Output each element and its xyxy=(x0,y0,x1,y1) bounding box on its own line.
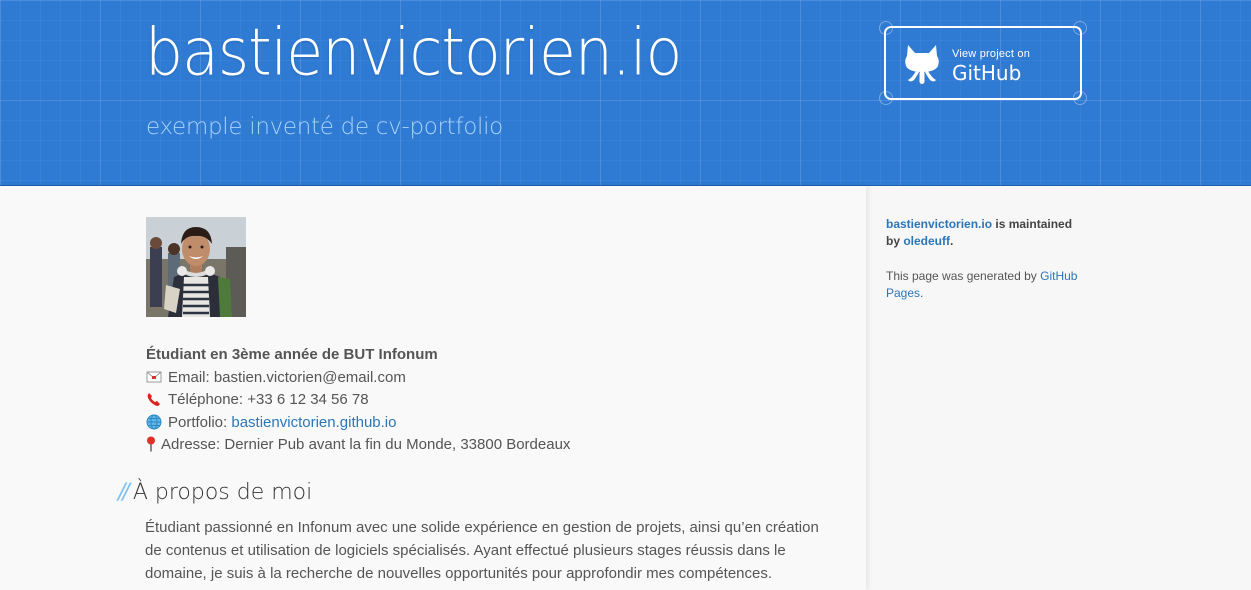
about-text: Étudiant passionné en Infonum avec une s… xyxy=(145,519,819,582)
phone-text: Téléphone: +33 6 12 34 56 78 xyxy=(168,391,369,408)
github-button-small-label: View project on xyxy=(952,48,1031,60)
portfolio-line: Portfolio: bastienvictorien.github.io xyxy=(146,412,570,435)
button-corner-decoration xyxy=(879,91,893,105)
globe-icon xyxy=(146,414,162,429)
generated-by: This page was generated by GitHub Pages. xyxy=(886,268,1086,302)
generated-end: . xyxy=(920,286,924,300)
telephone-icon xyxy=(147,393,160,406)
email-text: Email: bastien.victorien@email.com xyxy=(168,368,406,386)
view-on-github-button[interactable]: View project on GitHub xyxy=(879,21,1087,105)
site-header: bastienvictorien.io exemple inventé de c… xyxy=(0,0,1251,186)
address-text: Adresse: Dernier Pub avant la fin du Mon… xyxy=(161,436,571,453)
heading-slash-decoration: // xyxy=(118,480,130,505)
about-heading: //À propos de moi xyxy=(118,480,312,505)
pushpin-icon xyxy=(147,436,155,452)
email-line: Email: bastien.victorien@email.com xyxy=(146,367,570,390)
portfolio-label: Portfolio: xyxy=(168,413,232,431)
button-corner-decoration xyxy=(879,21,893,35)
maintainer-link[interactable]: oledeuff xyxy=(903,234,950,248)
site-subtitle: exemple inventé de cv-portfolio xyxy=(146,114,503,140)
maintained-end: . xyxy=(950,234,954,248)
profile-photo xyxy=(146,217,246,317)
github-octocat-icon xyxy=(905,45,939,84)
main-content: Étudiant en 3ème année de BUT Infonum Em… xyxy=(0,186,866,590)
site-title[interactable]: bastienvictorien.io xyxy=(145,15,682,91)
email-icon xyxy=(146,371,162,382)
headline: Étudiant en 3ème année de BUT Infonum xyxy=(146,346,438,363)
contact-info: Étudiant en 3ème année de BUT Infonum Em… xyxy=(146,344,570,457)
project-link[interactable]: bastienvictorien.io xyxy=(886,217,992,231)
phone-line: Téléphone: +33 6 12 34 56 78 xyxy=(146,389,570,412)
github-button-label: GitHub xyxy=(952,61,1022,85)
portfolio-link[interactable]: bastienvictorien.github.io xyxy=(231,414,396,431)
about-heading-text: À propos de moi xyxy=(132,480,313,505)
maintained-by: bastienvictorien.io is maintained by ole… xyxy=(886,216,1086,250)
address-line: Adresse: Dernier Pub avant la fin du Mon… xyxy=(146,434,570,457)
sidebar: bastienvictorien.io is maintained by ole… xyxy=(886,216,1086,320)
generated-text: This page was generated by xyxy=(886,269,1041,283)
button-corner-decoration xyxy=(1073,91,1087,105)
button-corner-decoration xyxy=(1073,21,1087,35)
